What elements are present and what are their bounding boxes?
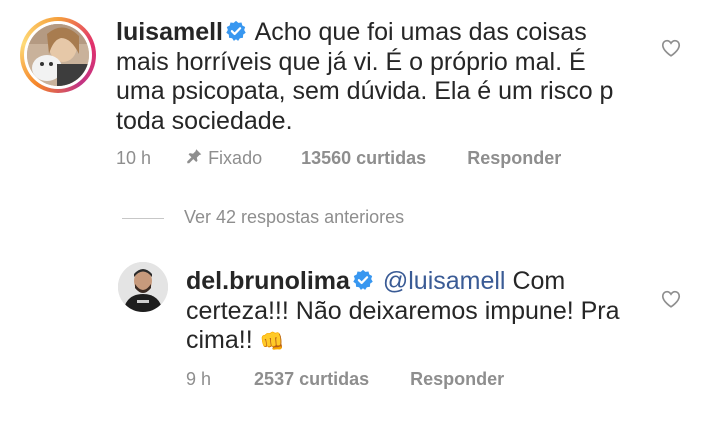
mention-link[interactable]: @luisamell [383,267,506,295]
avatar-image [118,262,168,312]
avatar-del-brunolima[interactable] [118,262,168,312]
reply-timestamp: 9 h [186,369,212,389]
comment-body: luisamell Acho que foi umas das coisas m… [116,18,636,136]
pinned-indicator: Fixado [186,148,262,169]
avatar-luisamell[interactable] [27,24,89,86]
reply-button[interactable]: Responder [467,148,561,169]
pinned-label: Fixado [208,148,263,168]
reply-likes-count[interactable]: 2537 curtidas [254,369,369,390]
view-previous-replies[interactable]: Ver 42 respostas anteriores [122,207,404,228]
comment-meta: 10 h Fixado 13560 curtidas Responder [116,148,561,169]
verified-badge-icon [353,269,373,290]
verified-badge-icon [226,20,246,41]
replies-divider-line [122,217,164,219]
like-heart-icon[interactable] [660,37,682,59]
reply-body: del.brunolima @luisamell Com certeza!!! … [186,267,626,358]
avatar-story-ring[interactable] [20,17,96,93]
fist-emoji: 👊 [259,331,285,353]
comment-username[interactable]: luisamell [116,18,223,46]
like-heart-icon[interactable] [660,288,682,310]
pin-icon [187,149,202,164]
likes-count[interactable]: 13560 curtidas [301,148,426,169]
avatar-image [27,24,89,86]
reply-reply-button[interactable]: Responder [410,369,504,390]
comment-timestamp: 10 h [116,148,152,168]
reply-username[interactable]: del.brunolima [186,267,350,295]
view-replies-label[interactable]: Ver 42 respostas anteriores [184,207,404,227]
reply-meta: 9 h 2537 curtidas Responder [186,369,504,390]
